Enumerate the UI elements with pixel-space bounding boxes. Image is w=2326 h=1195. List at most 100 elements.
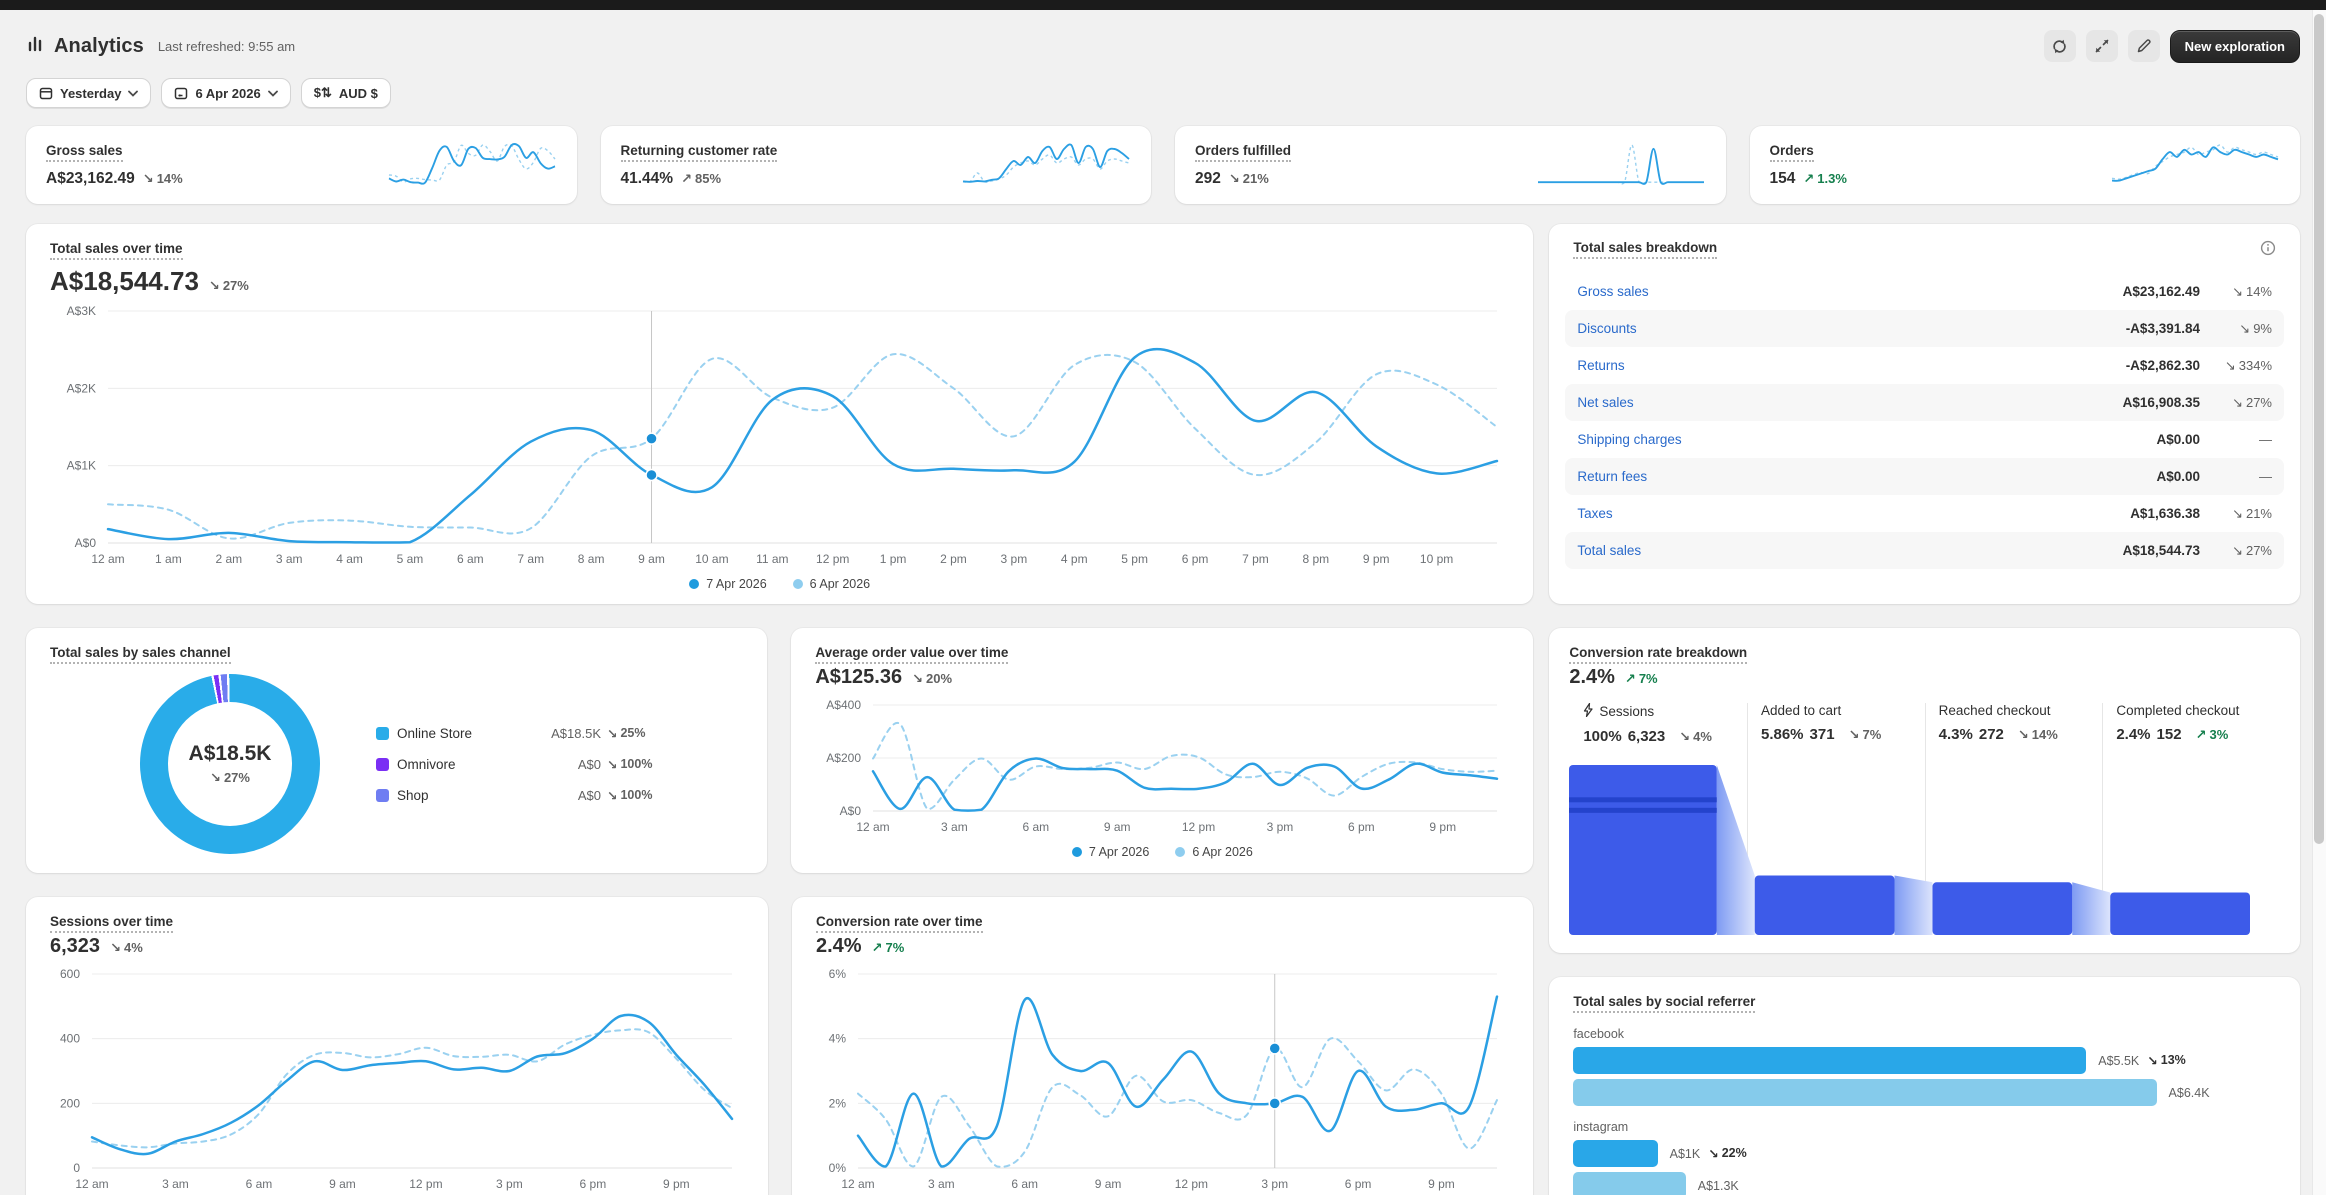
filter-bar: Yesterday 6 Apr 2026 $⇅ AUD $ <box>26 78 2300 108</box>
svg-text:12 am: 12 am <box>841 1177 874 1191</box>
metric-cards-row: Gross sales A$23,162.49 ↘14% Returning c… <box>26 126 2300 204</box>
metric-card-title[interactable]: Orders <box>1770 143 1814 162</box>
svg-text:6 pm: 6 pm <box>1182 552 1209 566</box>
chart-title[interactable]: Total sales by sales channel <box>50 645 231 664</box>
breakdown-metric-link[interactable]: Returns <box>1577 358 1624 373</box>
trend-arrow-icon: ↘ <box>2147 1053 2157 1068</box>
breakdown-row: Returns -A$2,862.30 ↘334% <box>1565 347 2284 384</box>
breakdown-metric-link[interactable]: Return fees <box>1577 469 1647 484</box>
funnel-step[interactable]: Completed checkout 2.4% 152 ↗3% <box>2102 703 2280 745</box>
breakdown-row: Return fees A$0.00 — <box>1565 458 2284 495</box>
total-sales-over-time-card: Total sales over time A$18,544.73 ↘27% A… <box>26 224 1533 604</box>
social-bar-current[interactable] <box>1573 1047 2086 1074</box>
legend-item-previous[interactable]: 6 Apr 2026 <box>793 577 870 591</box>
conversion-line-chart[interactable]: 6%4%2%0%12 am3 am6 am9 am12 pm3 pm6 pm9 … <box>816 966 1509 1195</box>
compare-date-filter[interactable]: 6 Apr 2026 <box>161 78 290 108</box>
chart-title[interactable]: Total sales over time <box>50 241 183 260</box>
svg-text:3 pm: 3 pm <box>1001 552 1028 566</box>
funnel-title[interactable]: Conversion rate breakdown <box>1569 645 1747 664</box>
breakdown-delta: — <box>2200 432 2272 447</box>
new-exploration-button[interactable]: New exploration <box>2170 30 2300 63</box>
funnel-chart[interactable] <box>1569 765 2280 935</box>
conversion-value: 2.4% <box>816 935 862 958</box>
trend-arrow-icon: ↘ <box>1679 729 1690 745</box>
social-delta: ↘22% <box>1708 1146 1747 1161</box>
funnel-step[interactable]: Sessions 100% 6,323 ↘4% <box>1569 703 1747 745</box>
breakdown-title[interactable]: Total sales breakdown <box>1573 240 1717 259</box>
chart-title[interactable]: Conversion rate over time <box>816 914 983 933</box>
metric-value: 154 <box>1770 170 1796 188</box>
funnel-step-count: 6,323 <box>1628 728 1666 745</box>
svg-text:3 am: 3 am <box>162 1177 189 1191</box>
metric-card-title[interactable]: Gross sales <box>46 143 123 162</box>
sales-by-channel-card: Total sales by sales channel A$18.5K ↘27… <box>26 628 767 873</box>
trend-arrow-icon: ↘ <box>2239 321 2250 337</box>
metric-value: A$23,162.49 <box>46 170 135 188</box>
svg-text:6 am: 6 am <box>1023 820 1050 834</box>
svg-text:9 am: 9 am <box>329 1177 356 1191</box>
metric-card-title[interactable]: Orders fulfilled <box>1195 143 1291 162</box>
breakdown-metric-link[interactable]: Discounts <box>1577 321 1636 336</box>
metric-delta: ↘14% <box>143 171 183 187</box>
total-sales-breakdown-card: Total sales breakdown Gross sales A$23,1… <box>1549 224 2300 604</box>
metric-card: Orders fulfilled 292 ↘21% <box>1175 126 1726 204</box>
sales-channel-donut-chart[interactable]: A$18.5K ↘27% <box>140 674 320 854</box>
metric-sparkline[interactable] <box>961 141 1131 189</box>
breakdown-delta: ↘9% <box>2200 321 2272 337</box>
calendar-icon <box>39 86 53 100</box>
info-icon[interactable] <box>2260 240 2276 261</box>
svg-text:0: 0 <box>73 1161 80 1175</box>
channel-legend-item[interactable]: Omnivore A$0 ↘100% <box>376 757 677 772</box>
legend-dot-previous <box>793 579 803 589</box>
trend-arrow-icon: ↘ <box>2018 727 2029 743</box>
social-previous-value: A$6.4K <box>2169 1086 2210 1100</box>
legend-item-previous[interactable]: 6 Apr 2026 <box>1175 845 1252 859</box>
breakdown-metric-link[interactable]: Net sales <box>1577 395 1633 410</box>
funnel-step-pct: 5.86% <box>1761 726 1804 743</box>
social-bar-previous[interactable] <box>1573 1172 1685 1195</box>
expand-button[interactable] <box>2086 30 2118 62</box>
total-sales-line-chart[interactable]: A$3KA$2KA$1KA$012 am1 am2 am3 am4 am5 am… <box>50 303 1509 571</box>
edit-button[interactable] <box>2128 30 2160 62</box>
social-bar-current[interactable] <box>1573 1140 1657 1167</box>
svg-text:9 pm: 9 pm <box>1428 1177 1455 1191</box>
refresh-button[interactable] <box>2044 30 2076 62</box>
currency-filter[interactable]: $⇅ AUD $ <box>301 78 391 108</box>
sessions-delta: ↘4% <box>110 940 143 956</box>
breakdown-metric-link[interactable]: Total sales <box>1577 543 1641 558</box>
funnel-step[interactable]: Added to cart 5.86% 371 ↘7% <box>1747 703 1925 745</box>
conversion-delta: ↗7% <box>872 940 905 956</box>
sessions-line-chart[interactable]: 600400200012 am3 am6 am9 am12 pm3 pm6 pm… <box>50 966 744 1195</box>
svg-text:0%: 0% <box>829 1161 847 1175</box>
metric-sparkline[interactable] <box>1536 141 1706 189</box>
channel-legend-item[interactable]: Online Store A$18.5K ↘25% <box>376 726 677 741</box>
chart-title[interactable]: Sessions over time <box>50 914 173 933</box>
social-title[interactable]: Total sales by social referrer <box>1573 994 1755 1013</box>
metric-sparkline[interactable] <box>2110 141 2280 189</box>
breakdown-metric-link[interactable]: Taxes <box>1577 506 1612 521</box>
metric-delta: ↘21% <box>1229 171 1269 187</box>
donut-center-delta: ↘27% <box>210 770 250 786</box>
svg-text:1 pm: 1 pm <box>880 552 907 566</box>
channel-legend-item[interactable]: Shop A$0 ↘100% <box>376 788 677 803</box>
chart-title[interactable]: Average order value over time <box>815 645 1008 664</box>
svg-text:6 am: 6 am <box>457 552 484 566</box>
social-bar-previous[interactable] <box>1573 1079 2156 1106</box>
date-range-filter[interactable]: Yesterday <box>26 78 151 108</box>
funnel-step[interactable]: Reached checkout 4.3% 272 ↘14% <box>1925 703 2103 745</box>
breakdown-metric-link[interactable]: Shipping charges <box>1577 432 1681 447</box>
metric-card-title[interactable]: Returning customer rate <box>621 143 778 162</box>
funnel-step-delta: ↘7% <box>1849 727 1882 743</box>
aov-line-chart[interactable]: A$400A$200A$012 am3 am6 am9 am12 pm3 pm6… <box>815 697 1509 839</box>
social-previous-value: A$1.3K <box>1698 1179 1739 1193</box>
legend-item-current[interactable]: 7 Apr 2026 <box>1072 845 1149 859</box>
metric-delta: ↗1.3% <box>1803 171 1847 187</box>
legend-item-current[interactable]: 7 Apr 2026 <box>689 577 766 591</box>
channel-legend: Online Store A$18.5K ↘25% Omnivore A$0 ↘… <box>376 726 677 803</box>
funnel-body: Sessions 100% 6,323 ↘4% <box>1569 703 2280 935</box>
scrollbar-thumb[interactable] <box>2314 14 2324 844</box>
sessions-value: 6,323 <box>50 935 100 958</box>
breakdown-metric-link[interactable]: Gross sales <box>1577 284 1648 299</box>
aov-over-time-card: Average order value over time A$125.36 ↘… <box>791 628 1533 873</box>
metric-sparkline[interactable] <box>387 141 557 189</box>
